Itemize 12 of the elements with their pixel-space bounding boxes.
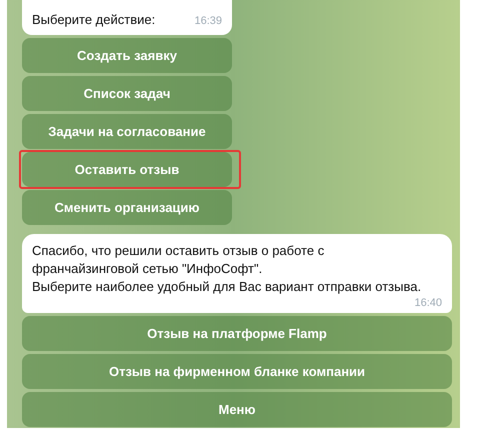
keyboard-button[interactable]: Задачи на согласование (22, 114, 232, 149)
keyboard-button[interactable]: Оставить отзыв (22, 152, 232, 187)
keyboard-button[interactable]: Список задач (22, 76, 232, 111)
message-time: 16:40 (414, 296, 442, 310)
message-text: Спасибо, что решили оставить отзыв о работе с франчайзинговой сетью "ИнфоСофт". Выберите наиболее удобный для Вас вариант отправки отзыва. (32, 242, 422, 296)
message-text: Выберите действие: (32, 11, 156, 29)
keyboard-button[interactable]: Сменить организацию (22, 190, 232, 225)
keyboard-button[interactable]: Создать заявку (22, 38, 232, 73)
keyboard-button[interactable]: Отзыв на фирменном бланке компании (22, 354, 452, 389)
keyboard-button[interactable]: Отзыв на платформе Flamp (22, 316, 452, 351)
keyboard-button[interactable]: Меню (22, 392, 452, 427)
message-time: 16:39 (194, 14, 222, 28)
